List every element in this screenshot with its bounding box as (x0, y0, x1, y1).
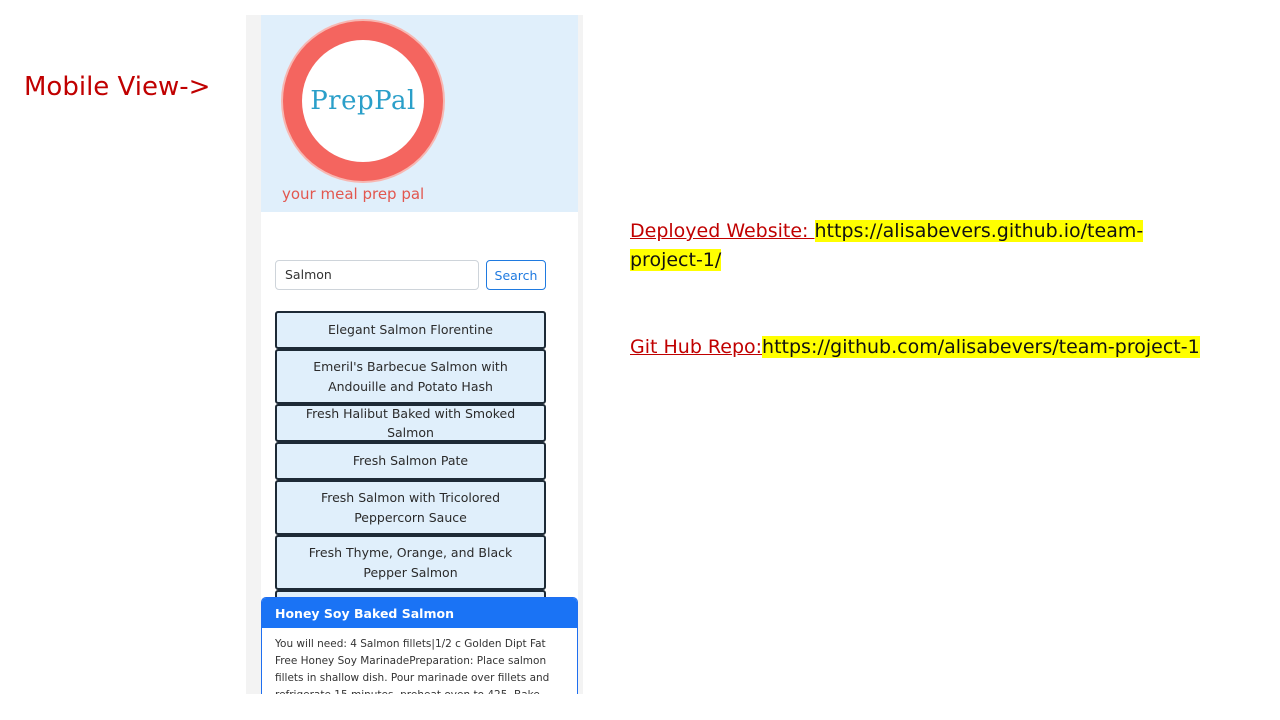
github-repo-link[interactable]: https://github.com/alisabevers/team-proj… (762, 336, 1200, 358)
recipe-title: Elegant Salmon Florentine (327, 322, 493, 338)
recipe-result-item[interactable]: Fresh Salmon Pate (275, 442, 546, 480)
app-header: PrepPal your meal prep pal (261, 15, 578, 212)
tagline: your meal prep pal (282, 185, 425, 203)
logo-text: PrepPal (310, 86, 416, 116)
recipe-result-list: Elegant Salmon Florentine Emeril's Barbe… (275, 311, 546, 645)
preppal-logo[interactable]: PrepPal (283, 21, 443, 181)
recipe-detail-card: Honey Soy Baked Salmon You will need: 4 … (261, 597, 578, 694)
github-repo-label: Git Hub Repo: (630, 336, 763, 358)
recipe-result-item[interactable]: Emeril's Barbecue Salmon with Andouille … (275, 349, 546, 404)
recipe-title: Fresh Salmon Pate (352, 453, 469, 469)
app-viewport: PrepPal your meal prep pal Salmon Search… (261, 15, 578, 694)
recipe-title: Fresh Salmon with Tricolored Peppercorn … (320, 490, 501, 525)
search-button[interactable]: Search (486, 260, 546, 290)
card-title: Honey Soy Baked Salmon (262, 598, 577, 628)
logo-center: PrepPal (302, 40, 424, 162)
recipe-result-item[interactable]: Fresh Halibut Baked with Smoked Salmon (275, 404, 546, 442)
github-repo-row: Git Hub Repo:https://github.com/alisabev… (630, 333, 1270, 362)
search-input[interactable]: Salmon (275, 260, 479, 290)
recipe-result-item[interactable]: Elegant Salmon Florentine (275, 311, 546, 349)
recipe-title: Emeril's Barbecue Salmon with Andouille … (313, 359, 508, 394)
recipe-title: Fresh Halibut Baked with Smoked Salmon (305, 405, 516, 441)
recipe-result-item[interactable]: Fresh Salmon with Tricolored Peppercorn … (275, 480, 546, 535)
recipe-title: Fresh Thyme, Orange, and Black Pepper Sa… (308, 545, 513, 580)
mobile-screenshot: PrepPal your meal prep pal Salmon Search… (246, 15, 583, 694)
deployed-website-label: Deployed Website: (630, 220, 815, 242)
mobile-view-label: Mobile View-> (24, 72, 211, 102)
recipe-result-item[interactable]: Fresh Thyme, Orange, and Black Pepper Sa… (275, 535, 546, 590)
deployed-website-row: Deployed Website: https://alisabevers.gi… (630, 217, 1190, 275)
card-body: You will need: 4 Salmon fillets|1/2 c Go… (275, 638, 550, 694)
